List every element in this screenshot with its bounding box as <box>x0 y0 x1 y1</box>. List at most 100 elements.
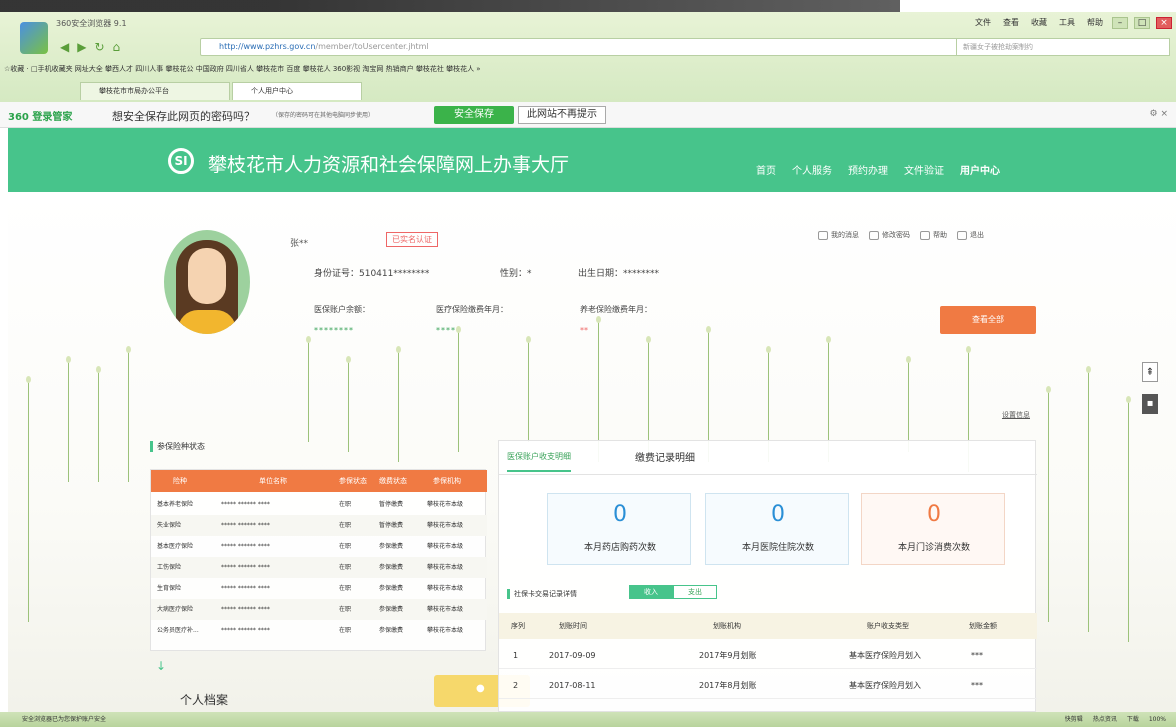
tx-amount: *** <box>971 651 983 660</box>
table-row: 公务员医疗补... ***** ****** **** 在职 参保缴费 攀枝花市本级 <box>151 620 487 641</box>
menu-help[interactable]: 帮助 <box>1084 16 1106 29</box>
side-float-icons: ⇞ ▪ <box>1142 362 1158 414</box>
nav-appointment[interactable]: 预约办理 <box>848 162 888 177</box>
plant-bud <box>66 356 71 363</box>
pension-paid-label: 养老保险缴费年月： <box>580 305 652 314</box>
view-all-button[interactable]: 查看全部 <box>940 306 1036 334</box>
personal-file-title[interactable]: 个人档案 <box>180 691 228 708</box>
feedback-icon[interactable]: ▪ <box>1142 394 1158 414</box>
medical-balance-value: ******** <box>314 326 354 335</box>
page-content: 张** 已实名认证 身份证号：510411******** 性别：* 出生日期：… <box>8 192 1176 712</box>
tx-time: 2017-09-09 <box>549 651 596 660</box>
tx-seq: 2 <box>513 681 519 690</box>
menu-view[interactable]: 查看 <box>1000 16 1022 29</box>
plant-bud <box>706 326 711 333</box>
cell-pay-status: 参保缴费 <box>379 585 404 592</box>
plant-stem <box>1128 402 1129 642</box>
cell-org: 攀枝花市本级 <box>427 543 464 550</box>
plant-bud <box>906 356 911 363</box>
tx-type: 基本医疗保险月划入 <box>849 651 921 660</box>
safe-save-button[interactable]: 安全保存 <box>434 106 514 124</box>
insurance-status-panel: 参保险种状态 险种 单位名称 参保状态 缴费状态 参保机构 基本养老保险 ****… <box>150 437 530 708</box>
plant-stem <box>528 342 529 442</box>
never-prompt-button[interactable]: 此网站不再提示 <box>518 106 606 124</box>
plant-bud <box>456 326 461 333</box>
bookmarks-bar[interactable]: ☆收藏 · □手机收藏夹 网址大全 攀西人才 四川人事 攀枝花公 中国政府 四川… <box>0 60 1176 78</box>
plant-bud <box>1126 396 1131 403</box>
cell-unit: ***** ****** **** <box>221 501 270 508</box>
nav-personal-service[interactable]: 个人服务 <box>792 162 832 177</box>
status-item[interactable]: 下载 <box>1127 712 1139 727</box>
id-number: 身份证号：510411******** <box>314 269 430 279</box>
menu-tools[interactable]: 工具 <box>1056 16 1078 29</box>
address-bar[interactable]: http://www.pzhrs.gov.cn/member/toUsercen… <box>200 38 970 56</box>
my-messages-link[interactable]: 我的消息 <box>818 230 859 240</box>
plant-bud <box>1086 366 1091 373</box>
url-host: http://www.pzhrs.gov.cn <box>219 42 316 51</box>
minimize-button[interactable]: – <box>1112 16 1128 29</box>
tx-header-seq: 序列 <box>511 622 525 630</box>
status-item[interactable]: 快剪辑 <box>1065 712 1083 727</box>
income-button[interactable]: 收入 <box>629 585 673 599</box>
browser-chrome: 360安全浏览器 9.1 文件 查看 收藏 工具 帮助 – □ × ◀ ▶ ↻ … <box>0 12 1176 102</box>
cell-status: 在职 <box>339 585 352 592</box>
maximize-button[interactable]: □ <box>1134 16 1150 29</box>
table-row: 大病医疗保险 ***** ****** **** 在职 参保缴费 攀枝花市本级 <box>151 599 487 620</box>
cell-status: 在职 <box>339 543 352 550</box>
forward-icon[interactable]: ▶ <box>77 40 86 54</box>
menu-favorites[interactable]: 收藏 <box>1028 16 1050 29</box>
back-icon[interactable]: ◀ <box>60 40 69 54</box>
tab-medical-account[interactable]: 医保账户收支明细 <box>507 451 571 472</box>
expense-button[interactable]: 支出 <box>673 585 717 599</box>
arrow-down-icon: ↓ <box>156 659 167 673</box>
plant-stem <box>308 342 309 442</box>
tx-seq: 1 <box>513 651 519 660</box>
tx-amount: *** <box>971 681 983 690</box>
change-password-link[interactable]: 修改密码 <box>869 230 910 240</box>
header-unit: 单位名称 <box>259 477 287 485</box>
cell-org: 攀枝花市本级 <box>427 501 464 508</box>
status-item[interactable]: 100% <box>1149 712 1166 727</box>
cell-unit: ***** ****** **** <box>221 564 270 571</box>
close-window-button[interactable]: × <box>1156 16 1172 29</box>
settings-link[interactable]: 设置信息 <box>1002 410 1030 420</box>
tx-time: 2017-08-11 <box>549 681 596 690</box>
plant-stem <box>128 352 129 482</box>
plant-bud <box>96 366 101 373</box>
refresh-icon[interactable]: ↻ <box>94 40 104 54</box>
plant-stem <box>98 372 99 482</box>
nav-document-verify[interactable]: 文件验证 <box>904 162 944 177</box>
plant-bud <box>596 316 601 323</box>
plant-bud <box>966 346 971 353</box>
tx-org: 2017年8月划账 <box>699 681 757 690</box>
nav-home[interactable]: 首页 <box>756 162 776 177</box>
table-row: 工伤保险 ***** ****** **** 在职 参保缴费 攀枝花市本级 <box>151 557 487 578</box>
home-icon[interactable]: ⌂ <box>113 40 121 54</box>
nav-buttons: ◀ ▶ ↻ ⌂ <box>60 40 120 54</box>
back-to-top-icon[interactable]: ⇞ <box>1142 362 1158 382</box>
stat-outpatient: 0 本月门诊消费次数 <box>861 493 1005 565</box>
url-path: /member/toUsercenter.jhtml <box>315 42 429 51</box>
menu-file[interactable]: 文件 <box>972 16 994 29</box>
tx-header-amount: 划账金额 <box>969 622 997 630</box>
tab-user-center[interactable]: 个人用户中心 <box>232 82 362 100</box>
stat-pharmacy-label: 本月药店购药次数 <box>583 543 656 553</box>
search-input[interactable]: 新疆女子被抢劫案制约 <box>956 38 1170 56</box>
top-banner-strip <box>0 0 1176 12</box>
cell-unit: ***** ****** **** <box>221 606 270 613</box>
transaction-title: 社保卡交易记录详情 <box>507 589 577 599</box>
records-tabs: 医保账户收支明细 缴费记录明细 <box>499 441 1037 475</box>
tab-payment-records[interactable]: 缴费记录明细 <box>635 449 695 464</box>
help-link[interactable]: 帮助 <box>920 230 947 240</box>
app-title: 360安全浏览器 9.1 <box>56 19 127 28</box>
header-status: 参保状态 <box>339 477 367 485</box>
logout-link[interactable]: 退出 <box>957 230 984 240</box>
tab-office-platform[interactable]: 攀枝花市市局办公平台 <box>80 82 230 100</box>
user-actions: 我的消息 修改密码 帮助 退出 <box>818 230 984 240</box>
nav-user-center[interactable]: 用户中心 <box>960 162 1000 177</box>
save-password-question: 想安全保存此网页的密码吗？ <box>112 110 255 123</box>
medical-paid-value: **** <box>436 326 456 335</box>
plant-bud <box>26 376 31 383</box>
status-item[interactable]: 热点资讯 <box>1093 712 1117 727</box>
close-notice-icon[interactable]: ⚙ × <box>1150 109 1168 119</box>
